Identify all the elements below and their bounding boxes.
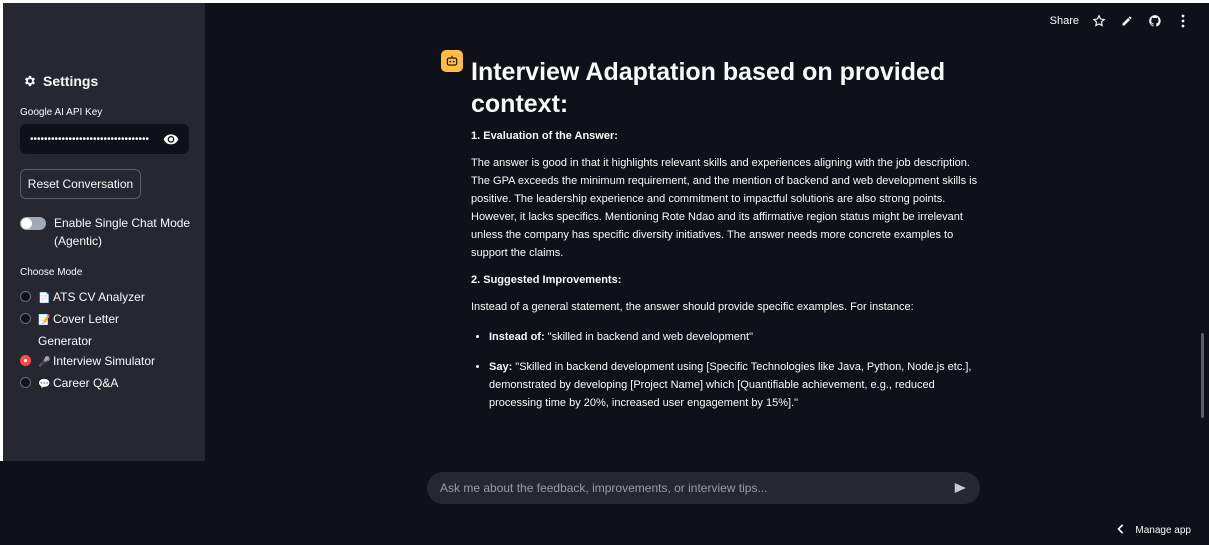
- evaluation-paragraph: The answer is good in that it highlights…: [471, 157, 978, 259]
- settings-title-text: Settings: [43, 73, 99, 89]
- chat-message: Interview Adaptation based on provided c…: [471, 56, 991, 461]
- single-chat-toggle[interactable]: [20, 217, 46, 230]
- more-vertical-icon[interactable]: [1175, 13, 1191, 29]
- star-icon[interactable]: [1091, 13, 1107, 29]
- main-scrollbar[interactable]: [1201, 333, 1204, 418]
- radio-button[interactable]: [20, 313, 31, 324]
- manage-app-button[interactable]: Manage app: [1117, 524, 1191, 537]
- suggestion-list: Instead of: "skilled in backend and web …: [471, 328, 983, 412]
- radio-button[interactable]: [20, 377, 31, 388]
- top-toolbar: Share: [1050, 13, 1191, 29]
- api-key-value: ••••••••••••••••••••••••••••••••••: [30, 133, 150, 145]
- api-key-input[interactable]: ••••••••••••••••••••••••••••••••••: [20, 124, 189, 154]
- manage-app-label: Manage app: [1135, 525, 1191, 536]
- chat-input[interactable]: Ask me about the feedback, improvements,…: [427, 472, 980, 504]
- list-item: Say: "Skilled in backend development usi…: [489, 358, 983, 412]
- settings-title: Settings: [23, 73, 98, 89]
- section-heading-improvements: 2. Suggested Improvements:: [471, 274, 622, 286]
- assistant-avatar: [441, 50, 463, 72]
- gear-icon: [25, 75, 35, 87]
- radio-button-selected[interactable]: [20, 355, 31, 366]
- reset-conversation-button[interactable]: Reset Conversation: [20, 169, 141, 199]
- chat-input-placeholder: Ask me about the feedback, improvements,…: [440, 481, 768, 495]
- single-chat-toggle-label: Enable Single Chat Mode (Agentic): [54, 216, 191, 248]
- mode-option-cover-letter-generator[interactable]: 📝 Cover Letter Generator: [20, 309, 200, 351]
- mode-radio-group: 📄 ATS CV Analyzer 📝 Cover Letter Generator…: [20, 287, 200, 395]
- eye-icon[interactable]: [163, 131, 179, 147]
- section-heading-evaluation: 1. Evaluation of the Answer:: [471, 130, 618, 142]
- chevron-left-icon: [1117, 524, 1125, 537]
- mode-option-career-qa[interactable]: 💬 Career Q&A: [20, 373, 200, 395]
- bot-icon: [446, 55, 458, 66]
- radio-button[interactable]: [20, 291, 31, 302]
- microphone-icon: 🎤: [38, 357, 51, 368]
- improvements-intro: Instead of a general statement, the answ…: [471, 301, 914, 313]
- mode-option-label: 📄 ATS CV Analyzer: [38, 287, 145, 309]
- github-icon[interactable]: [1147, 13, 1163, 29]
- memo-icon: 📝: [38, 315, 51, 326]
- send-icon[interactable]: [952, 480, 968, 496]
- toggle-knob: [21, 218, 32, 229]
- mode-option-label: 🎤 Interview Simulator: [38, 351, 155, 373]
- speech-bubble-icon: 💬: [38, 379, 51, 390]
- message-heading: Interview Adaptation based on provided c…: [471, 58, 946, 118]
- edit-pencil-icon[interactable]: [1119, 13, 1135, 29]
- mode-option-label: 💬 Career Q&A: [38, 373, 118, 395]
- mode-option-ats-cv-analyzer[interactable]: 📄 ATS CV Analyzer: [20, 287, 200, 309]
- mode-option-label: 📝 Cover Letter Generator: [38, 312, 120, 348]
- list-item: Instead of: "skilled in backend and web …: [489, 328, 983, 346]
- single-chat-toggle-row[interactable]: Enable Single Chat Mode (Agentic): [20, 214, 200, 250]
- choose-mode-label: Choose Mode: [20, 267, 83, 278]
- page-icon: 📄: [38, 293, 51, 304]
- mode-option-interview-simulator[interactable]: 🎤 Interview Simulator: [20, 351, 200, 373]
- share-button[interactable]: Share: [1050, 15, 1079, 27]
- api-key-label: Google AI API Key: [20, 107, 103, 118]
